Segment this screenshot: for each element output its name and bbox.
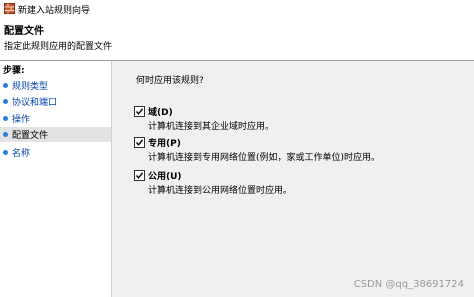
private-description: 计算机连接到专用网络位置(例如，家或工作单位)时应用。 [148,153,381,163]
page-title: 配置文件 [4,26,44,37]
checkmark-icon [135,172,144,179]
private-label[interactable]: 专用(P) [148,136,181,149]
sidebar-item-label: 配置文件 [12,131,49,141]
sidebar-item-rule-type[interactable]: 规则类型 [0,78,111,93]
checkmark-icon [135,108,144,115]
step-bullet-icon [3,83,8,88]
sidebar-item-label: 操作 [12,115,31,125]
csdn-watermark: CSDN @qq_38691724 [353,279,464,290]
public-checkbox[interactable] [134,170,145,181]
page-subtitle: 指定此规则应用的配置文件 [4,42,113,52]
sidebar-item-profile[interactable]: 配置文件 [0,127,111,142]
step-bullet-icon [3,99,8,104]
checkmark-icon [135,139,144,146]
main-panel: 何时应用该规则? 域(D) 计算机连接到其企业域时应用。 专用(P) 计算机连接… [112,61,474,297]
public-label[interactable]: 公用(U) [148,169,182,182]
sidebar-item-label: 名称 [12,149,31,159]
steps-label: 步骤: [3,66,25,76]
sidebar-item-action[interactable]: 操作 [0,111,111,126]
step-bullet-icon [3,132,8,137]
sidebar-item-label: 规则类型 [12,82,49,92]
step-bullet-icon [3,116,8,121]
sidebar-item-protocol-ports[interactable]: 协议和端口 [0,94,111,109]
step-bullet-icon [3,150,8,155]
domain-label[interactable]: 域(D) [148,105,173,118]
steps-sidebar: 步骤: 规则类型 协议和端口 操作 配置文件 名称 [0,61,111,297]
sidebar-item-name[interactable]: 名称 [0,145,111,160]
window-titlebar: 新建入站规则向导 [0,0,474,18]
question-text: 何时应用该规则? [136,76,204,86]
public-description: 计算机连接到公用网络位置时应用。 [148,186,293,196]
page-header: 配置文件 指定此规则应用的配置文件 [0,18,474,60]
window-title: 新建入站规则向导 [18,6,91,16]
private-checkbox[interactable] [134,137,145,148]
domain-description: 计算机连接到其企业域时应用。 [148,122,275,132]
sidebar-item-label: 协议和端口 [12,98,58,108]
domain-checkbox[interactable] [134,106,145,117]
firewall-app-icon [4,3,15,14]
